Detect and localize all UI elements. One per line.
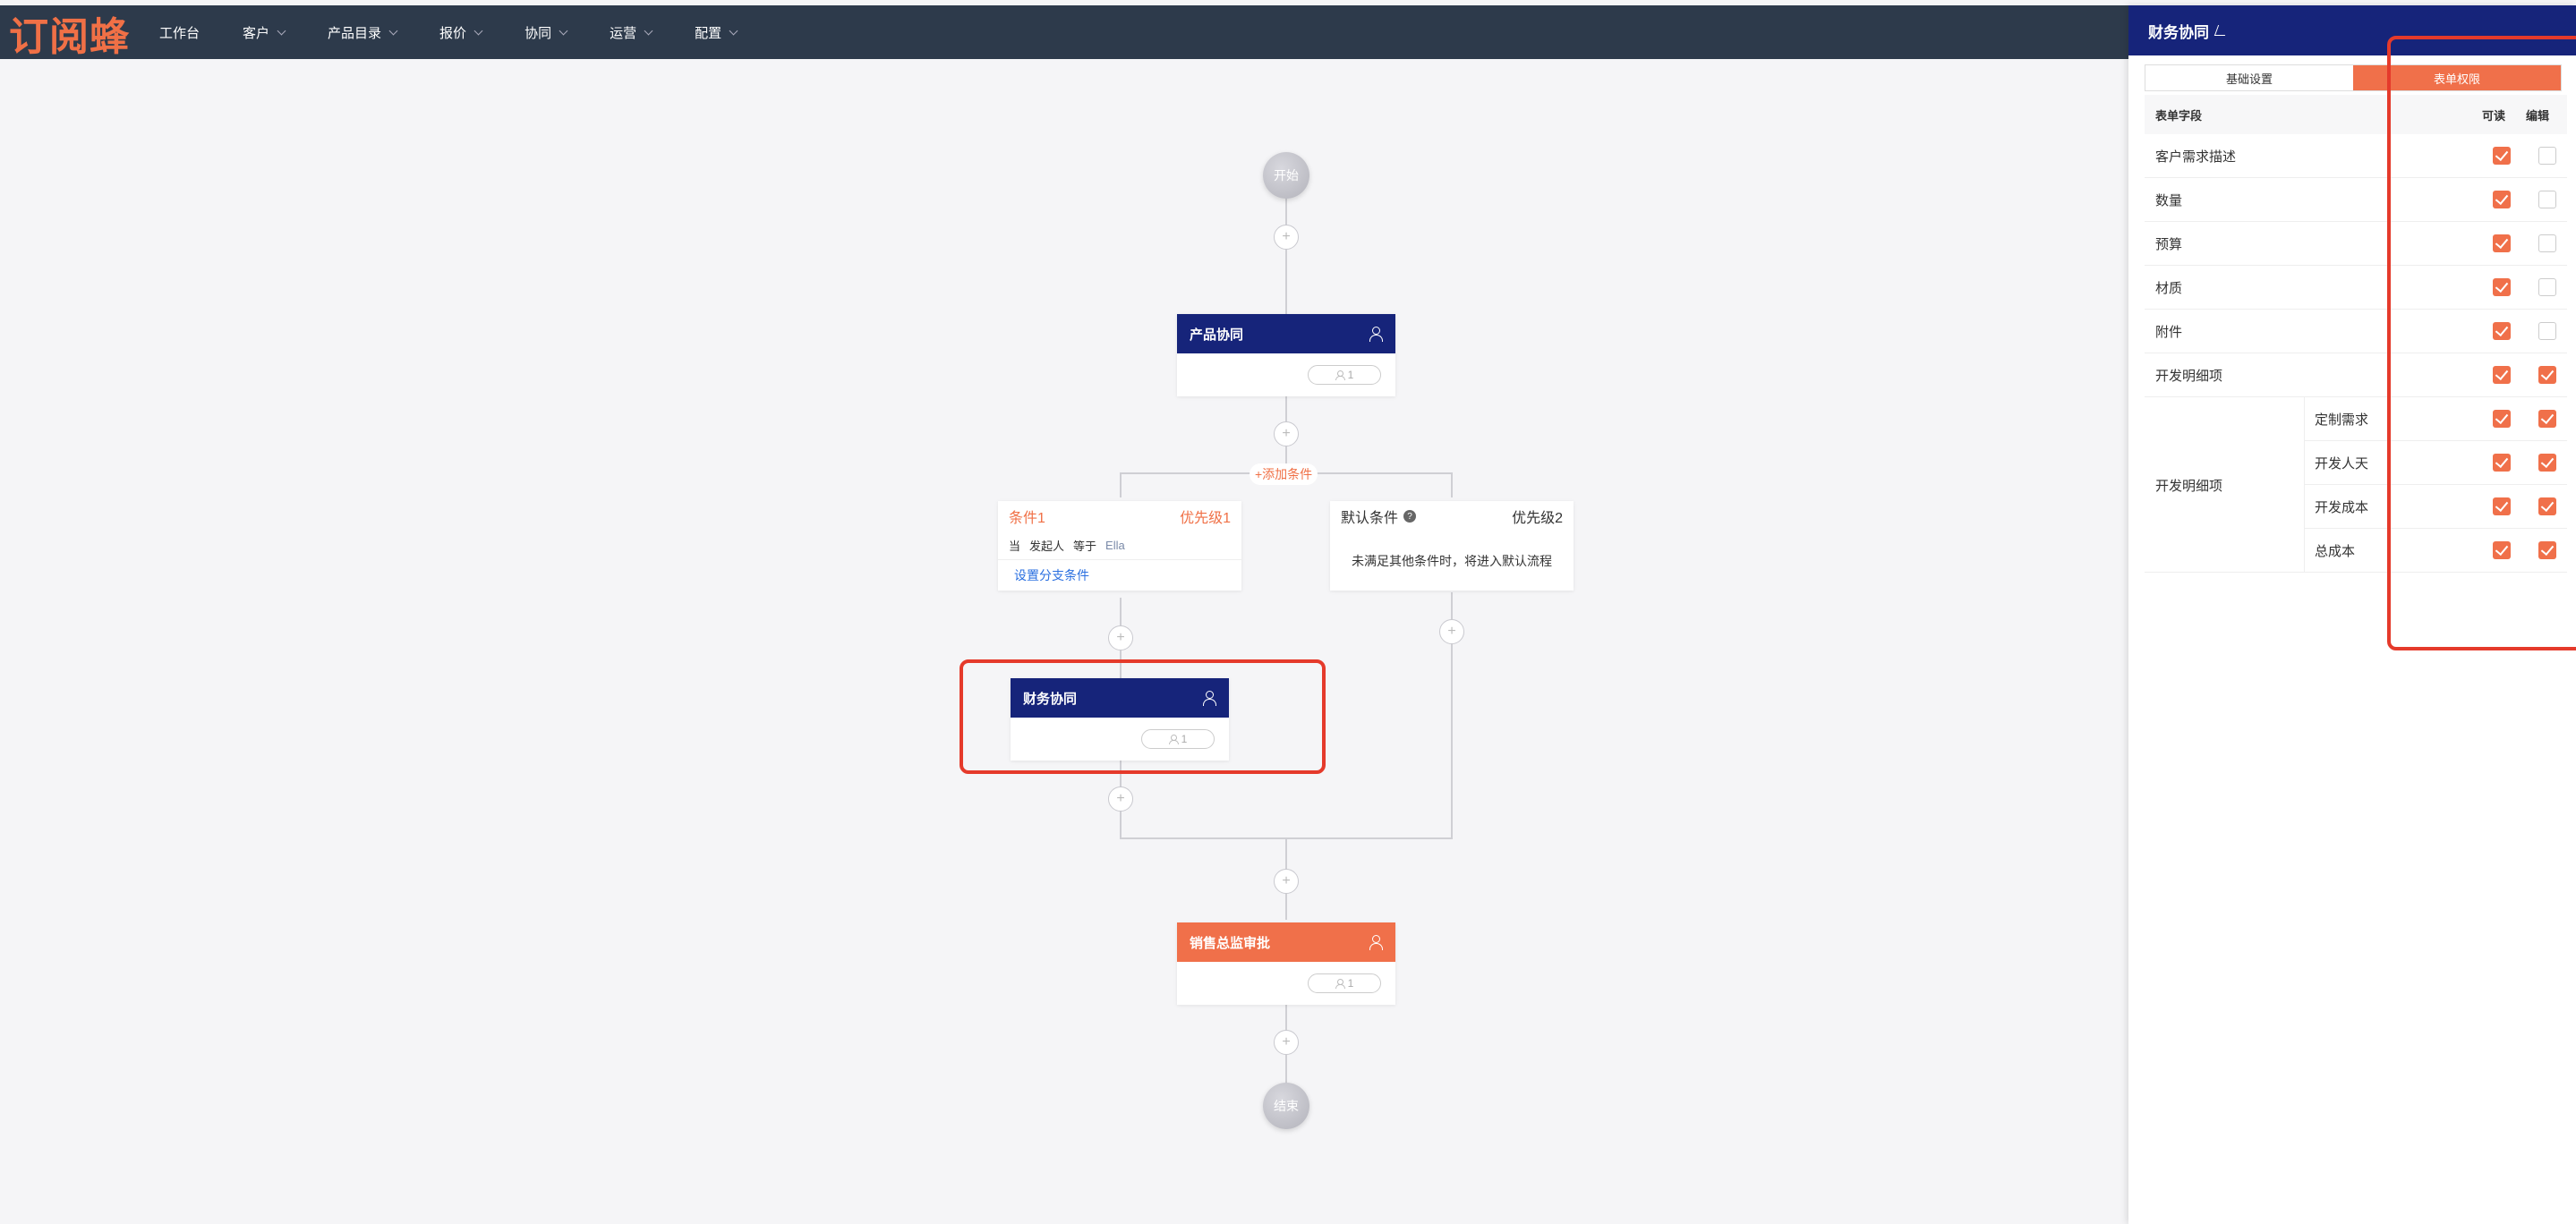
add-node-button[interactable]: + xyxy=(1439,619,1464,644)
app-logo[interactable]: 订阅蜂 xyxy=(9,11,130,60)
panel-title: 财务协同 xyxy=(2148,23,2209,41)
condition-branch-1[interactable]: 条件1 优先级1 当 发起人 等于 Ella 设置分支条件 xyxy=(998,501,1241,591)
tab-basic-settings[interactable]: 基础设置 xyxy=(2145,65,2353,90)
chevron-down-icon xyxy=(644,26,653,35)
chevron-down-icon xyxy=(559,26,568,35)
condition-operator: 等于 xyxy=(1073,540,1097,553)
sub-field-name: 开发人天 xyxy=(2315,455,2369,472)
add-node-button[interactable]: + xyxy=(1108,625,1133,650)
add-node-button[interactable]: + xyxy=(1108,786,1133,812)
plus-icon: + xyxy=(1282,873,1291,888)
sub-field-name: 定制需求 xyxy=(2315,412,2369,428)
nav-item-collab[interactable]: 协同 xyxy=(525,23,568,42)
condition-field: 发起人 xyxy=(1029,540,1065,553)
field-name: 数量 xyxy=(2155,192,2183,208)
main-nav: 工作台 客户 产品目录 报价 协同 运营 配置 xyxy=(159,5,780,59)
branch-title: 条件1 xyxy=(1009,511,1045,526)
default-branch-desc: 未满足其他条件时，将进入默认流程 xyxy=(1352,554,1552,568)
add-condition-button[interactable]: +添加条件 xyxy=(1250,463,1318,485)
user-icon xyxy=(1335,979,1345,989)
plus-icon: + xyxy=(1282,1034,1291,1050)
assignee-count-pill: 1 xyxy=(1308,973,1381,993)
plus-icon: + xyxy=(1282,426,1291,441)
user-icon xyxy=(1369,935,1383,950)
field-name: 材质 xyxy=(2155,280,2183,296)
nav-item-ops[interactable]: 运营 xyxy=(610,23,653,42)
nav-item-workbench[interactable]: 工作台 xyxy=(159,23,200,42)
end-node[interactable]: 结束 xyxy=(1263,1083,1309,1129)
connector-line xyxy=(1120,472,1122,497)
field-name: 开发明细项 xyxy=(2155,368,2223,384)
plus-icon: + xyxy=(1282,229,1291,244)
condition-branch-default[interactable]: 默认条件 ? 优先级2 未满足其他条件时，将进入默认流程 xyxy=(1330,501,1574,591)
group-label: 开发明细项 xyxy=(2155,478,2223,494)
sub-field-name: 开发成本 xyxy=(2315,499,2369,515)
add-node-button[interactable]: + xyxy=(1274,869,1299,894)
field-name: 客户需求描述 xyxy=(2155,149,2237,165)
col-header-field: 表单字段 xyxy=(2155,108,2203,123)
chevron-down-icon xyxy=(729,26,738,35)
connector-line xyxy=(1285,199,1287,315)
nav-item-quote[interactable]: 报价 xyxy=(439,23,483,42)
assignee-count-pill: 1 xyxy=(1308,365,1381,385)
highlight-box-node xyxy=(960,659,1326,774)
plus-icon: + xyxy=(1116,630,1125,645)
branch-priority: 优先级2 xyxy=(1512,511,1563,526)
edit-icon[interactable] xyxy=(2213,25,2230,36)
add-node-button[interactable]: + xyxy=(1274,1030,1299,1055)
plus-icon: + xyxy=(1116,791,1125,806)
plus-icon: + xyxy=(1447,624,1456,639)
user-icon xyxy=(1369,327,1383,342)
field-name: 附件 xyxy=(2155,324,2183,340)
add-node-button[interactable]: + xyxy=(1274,421,1299,446)
condition-when: 当 xyxy=(1009,540,1021,553)
chevron-down-icon xyxy=(277,26,286,35)
chevron-down-icon xyxy=(473,26,483,35)
field-name: 预算 xyxy=(2155,236,2183,252)
node-title: 销售总监审批 xyxy=(1190,935,1271,951)
start-node[interactable]: 开始 xyxy=(1263,152,1309,199)
nav-item-catalog[interactable]: 产品目录 xyxy=(328,23,398,42)
set-branch-condition-link[interactable]: 设置分支条件 xyxy=(998,560,1241,591)
highlight-box-permissions xyxy=(2387,36,2576,650)
condition-value: Ella xyxy=(1105,539,1125,552)
branch-priority: 优先级1 xyxy=(1180,511,1231,526)
help-icon[interactable]: ? xyxy=(1403,510,1417,523)
connector-line xyxy=(1451,472,1453,497)
nav-item-customers[interactable]: 客户 xyxy=(243,23,286,42)
node-title: 产品协同 xyxy=(1190,327,1244,343)
sub-field-name: 总成本 xyxy=(2315,543,2356,559)
add-node-button[interactable]: + xyxy=(1274,225,1299,250)
approval-node-product-collab[interactable]: 产品协同 1 xyxy=(1177,314,1395,396)
branch-title: 默认条件 ? xyxy=(1341,506,1417,527)
nav-item-config[interactable]: 配置 xyxy=(695,23,738,42)
user-icon xyxy=(1335,370,1345,380)
chevron-down-icon xyxy=(388,26,398,35)
approval-node-sales-director[interactable]: 销售总监审批 1 xyxy=(1177,922,1395,1005)
